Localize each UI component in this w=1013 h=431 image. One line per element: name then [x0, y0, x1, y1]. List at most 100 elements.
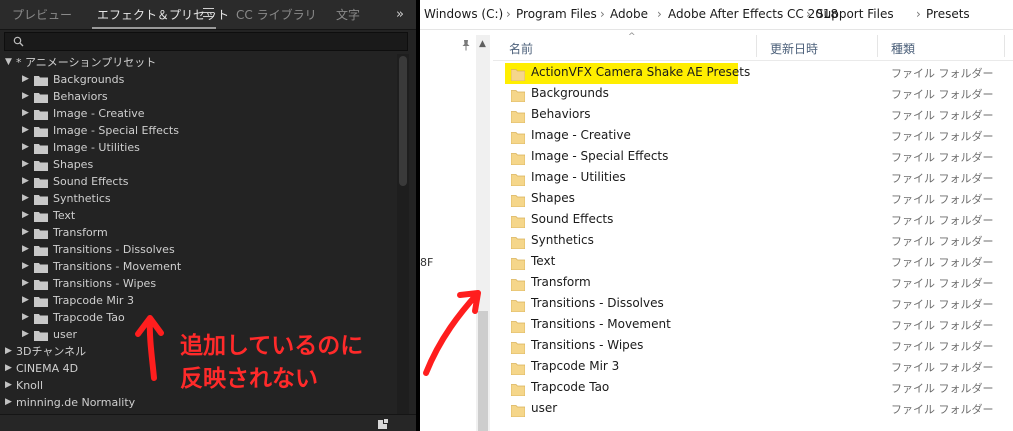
collapsed-arrow-icon[interactable]: ▶ [22, 241, 29, 258]
breadcrumb-separator-icon[interactable]: › [657, 7, 662, 21]
collapsed-arrow-icon[interactable]: ▶ [22, 156, 29, 173]
file-name: Transform [531, 275, 591, 289]
breadcrumb-segment[interactable]: Adobe After Effects CC 2018 [668, 7, 838, 21]
folder-icon [34, 176, 48, 188]
file-type: ファイル フォルダー [891, 319, 994, 332]
breadcrumb-segment[interactable]: Support Files [816, 7, 894, 21]
expanded-arrow-icon[interactable]: ▼ [5, 54, 12, 71]
preset-tree-item[interactable]: ▶ Image - Creative [0, 105, 396, 122]
preset-tree-item-label: Transform [53, 226, 108, 239]
collapsed-arrow-icon[interactable]: ▶ [22, 224, 29, 241]
file-row[interactable]: Sound Effects ファイル フォルダー [493, 209, 1013, 230]
preset-tree-item[interactable]: ▶ Transitions - Movement [0, 258, 396, 275]
column-header-type[interactable]: 種類 [891, 40, 915, 57]
file-row[interactable]: Synthetics ファイル フォルダー [493, 230, 1013, 251]
file-type: ファイル フォルダー [891, 214, 994, 227]
preset-tree-item[interactable]: ▶ Behaviors [0, 88, 396, 105]
tab-character[interactable]: 文字 [336, 0, 360, 30]
collapsed-arrow-icon[interactable]: ▶ [22, 292, 29, 309]
collapsed-arrow-icon[interactable]: ▶ [5, 343, 12, 360]
breadcrumb-segment[interactable]: Program Files [516, 7, 597, 21]
breadcrumb-separator-icon[interactable]: › [916, 7, 921, 21]
file-row[interactable]: Transitions - Dissolves ファイル フォルダー [493, 293, 1013, 314]
preset-tree-item[interactable]: ▼ * アニメーションプリセット [0, 54, 396, 71]
folder-icon [34, 278, 48, 290]
collapsed-arrow-icon[interactable]: ▶ [22, 122, 29, 139]
collapsed-arrow-icon[interactable]: ▶ [22, 190, 29, 207]
column-header-row: ^ 名前 更新日時 種類 [493, 31, 1013, 61]
file-row[interactable]: Image - Special Effects ファイル フォルダー [493, 146, 1013, 167]
collapsed-arrow-icon[interactable]: ▶ [5, 377, 12, 394]
collapsed-arrow-icon[interactable]: ▶ [22, 207, 29, 224]
breadcrumb-separator-icon[interactable]: › [600, 7, 605, 21]
preset-tree-item[interactable]: ▶ Shapes [0, 156, 396, 173]
collapsed-arrow-icon[interactable]: ▶ [22, 105, 29, 122]
file-row[interactable]: Behaviors ファイル フォルダー [493, 104, 1013, 125]
file-type: ファイル フォルダー [891, 403, 994, 416]
preset-tree-item[interactable]: ▶ Trapcode Mir 3 [0, 292, 396, 309]
file-row[interactable]: Transitions - Wipes ファイル フォルダー [493, 335, 1013, 356]
file-row[interactable]: Shapes ファイル フォルダー [493, 188, 1013, 209]
collapsed-arrow-icon[interactable]: ▶ [22, 88, 29, 105]
file-row[interactable]: Trapcode Mir 3 ファイル フォルダー [493, 356, 1013, 377]
collapsed-arrow-icon[interactable]: ▶ [5, 360, 12, 377]
file-row[interactable]: Transitions - Movement ファイル フォルダー [493, 314, 1013, 335]
collapsed-arrow-icon[interactable]: ▶ [22, 173, 29, 190]
file-type: ファイル フォルダー [891, 256, 994, 269]
preset-tree-item[interactable]: ▶ Image - Special Effects [0, 122, 396, 139]
column-header-modified[interactable]: 更新日時 [770, 40, 818, 57]
collapsed-arrow-icon[interactable]: ▶ [22, 326, 29, 343]
column-divider[interactable] [877, 35, 878, 57]
folder-icon [510, 339, 526, 355]
collapsed-arrow-icon[interactable]: ▶ [22, 139, 29, 156]
breadcrumb-separator-icon[interactable]: › [506, 7, 511, 21]
file-row[interactable]: Backgrounds ファイル フォルダー [493, 83, 1013, 104]
breadcrumb-segment[interactable]: Windows (C:) [424, 7, 503, 21]
preset-tree-item[interactable]: ▶ Transitions - Wipes [0, 275, 396, 292]
preset-tree-item-label: Transitions - Movement [53, 260, 182, 273]
preset-tree-item[interactable]: ▶ Trapcode Tao [0, 309, 396, 326]
preset-tree-item[interactable]: ▶ Text [0, 207, 396, 224]
folder-icon [510, 276, 526, 292]
file-type: ファイル フォルダー [891, 277, 994, 290]
preset-tree-item[interactable]: ▶ Synthetics [0, 190, 396, 207]
file-row[interactable]: Transform ファイル フォルダー [493, 272, 1013, 293]
panel-tab-bar: プレビュー エフェクト＆プリセット CC ライブラリ 文字 » [0, 0, 416, 30]
column-divider[interactable] [1004, 35, 1005, 57]
tab-preview[interactable]: プレビュー [12, 0, 72, 30]
tab-cc-libraries[interactable]: CC ライブラリ [236, 0, 317, 30]
file-row[interactable]: Image - Creative ファイル フォルダー [493, 125, 1013, 146]
effects-search-field[interactable] [4, 32, 408, 51]
collapsed-arrow-icon[interactable]: ▶ [22, 258, 29, 275]
file-type: ファイル フォルダー [891, 235, 994, 248]
preset-tree-item[interactable]: ▶ Image - Utilities [0, 139, 396, 156]
address-breadcrumb[interactable]: Windows (C:) › Program Files › Adobe › Adobe A… [420, 0, 1013, 30]
breadcrumb-separator-icon[interactable]: › [806, 7, 811, 21]
collapsed-arrow-icon[interactable]: ▶ [22, 309, 29, 326]
collapsed-arrow-icon[interactable]: ▶ [22, 71, 29, 88]
collapsed-arrow-icon[interactable]: ▶ [5, 394, 12, 411]
preset-tree-item[interactable]: ▶ minning.de Normality [0, 394, 396, 411]
file-row[interactable]: Trapcode Tao ファイル フォルダー [493, 377, 1013, 398]
overflow-tabs-icon[interactable]: » [396, 7, 404, 22]
file-row[interactable]: Image - Utilities ファイル フォルダー [493, 167, 1013, 188]
preset-tree-item[interactable]: ▶ Sound Effects [0, 173, 396, 190]
breadcrumb-segment[interactable]: Presets [926, 7, 970, 21]
column-divider[interactable] [756, 35, 757, 57]
preset-tree-item[interactable]: ▶ Backgrounds [0, 71, 396, 88]
file-row-highlighted[interactable]: ActionVFX Camera Shake AE Presets ファイル フォ… [493, 62, 1013, 84]
file-row[interactable]: user ファイル フォルダー [493, 398, 1013, 419]
file-row[interactable]: Text ファイル フォルダー [493, 251, 1013, 272]
column-header-name[interactable]: 名前 [509, 40, 533, 57]
preset-tree-item[interactable]: ▶ Transform [0, 224, 396, 241]
scroll-up-arrow-icon[interactable]: ▲ [479, 39, 486, 49]
pin-icon[interactable] [460, 39, 472, 51]
panel-menu-icon[interactable] [203, 8, 214, 19]
tree-scrollbar-thumb[interactable] [399, 56, 407, 186]
preset-tree-item[interactable]: ▶ Transitions - Dissolves [0, 241, 396, 258]
panel-bottom-bar [0, 414, 416, 431]
breadcrumb-segment[interactable]: Adobe [610, 7, 648, 21]
collapsed-arrow-icon[interactable]: ▶ [22, 275, 29, 292]
preset-tree-item-label: Transitions - Wipes [53, 277, 157, 290]
new-preset-bin-icon[interactable] [377, 418, 389, 430]
